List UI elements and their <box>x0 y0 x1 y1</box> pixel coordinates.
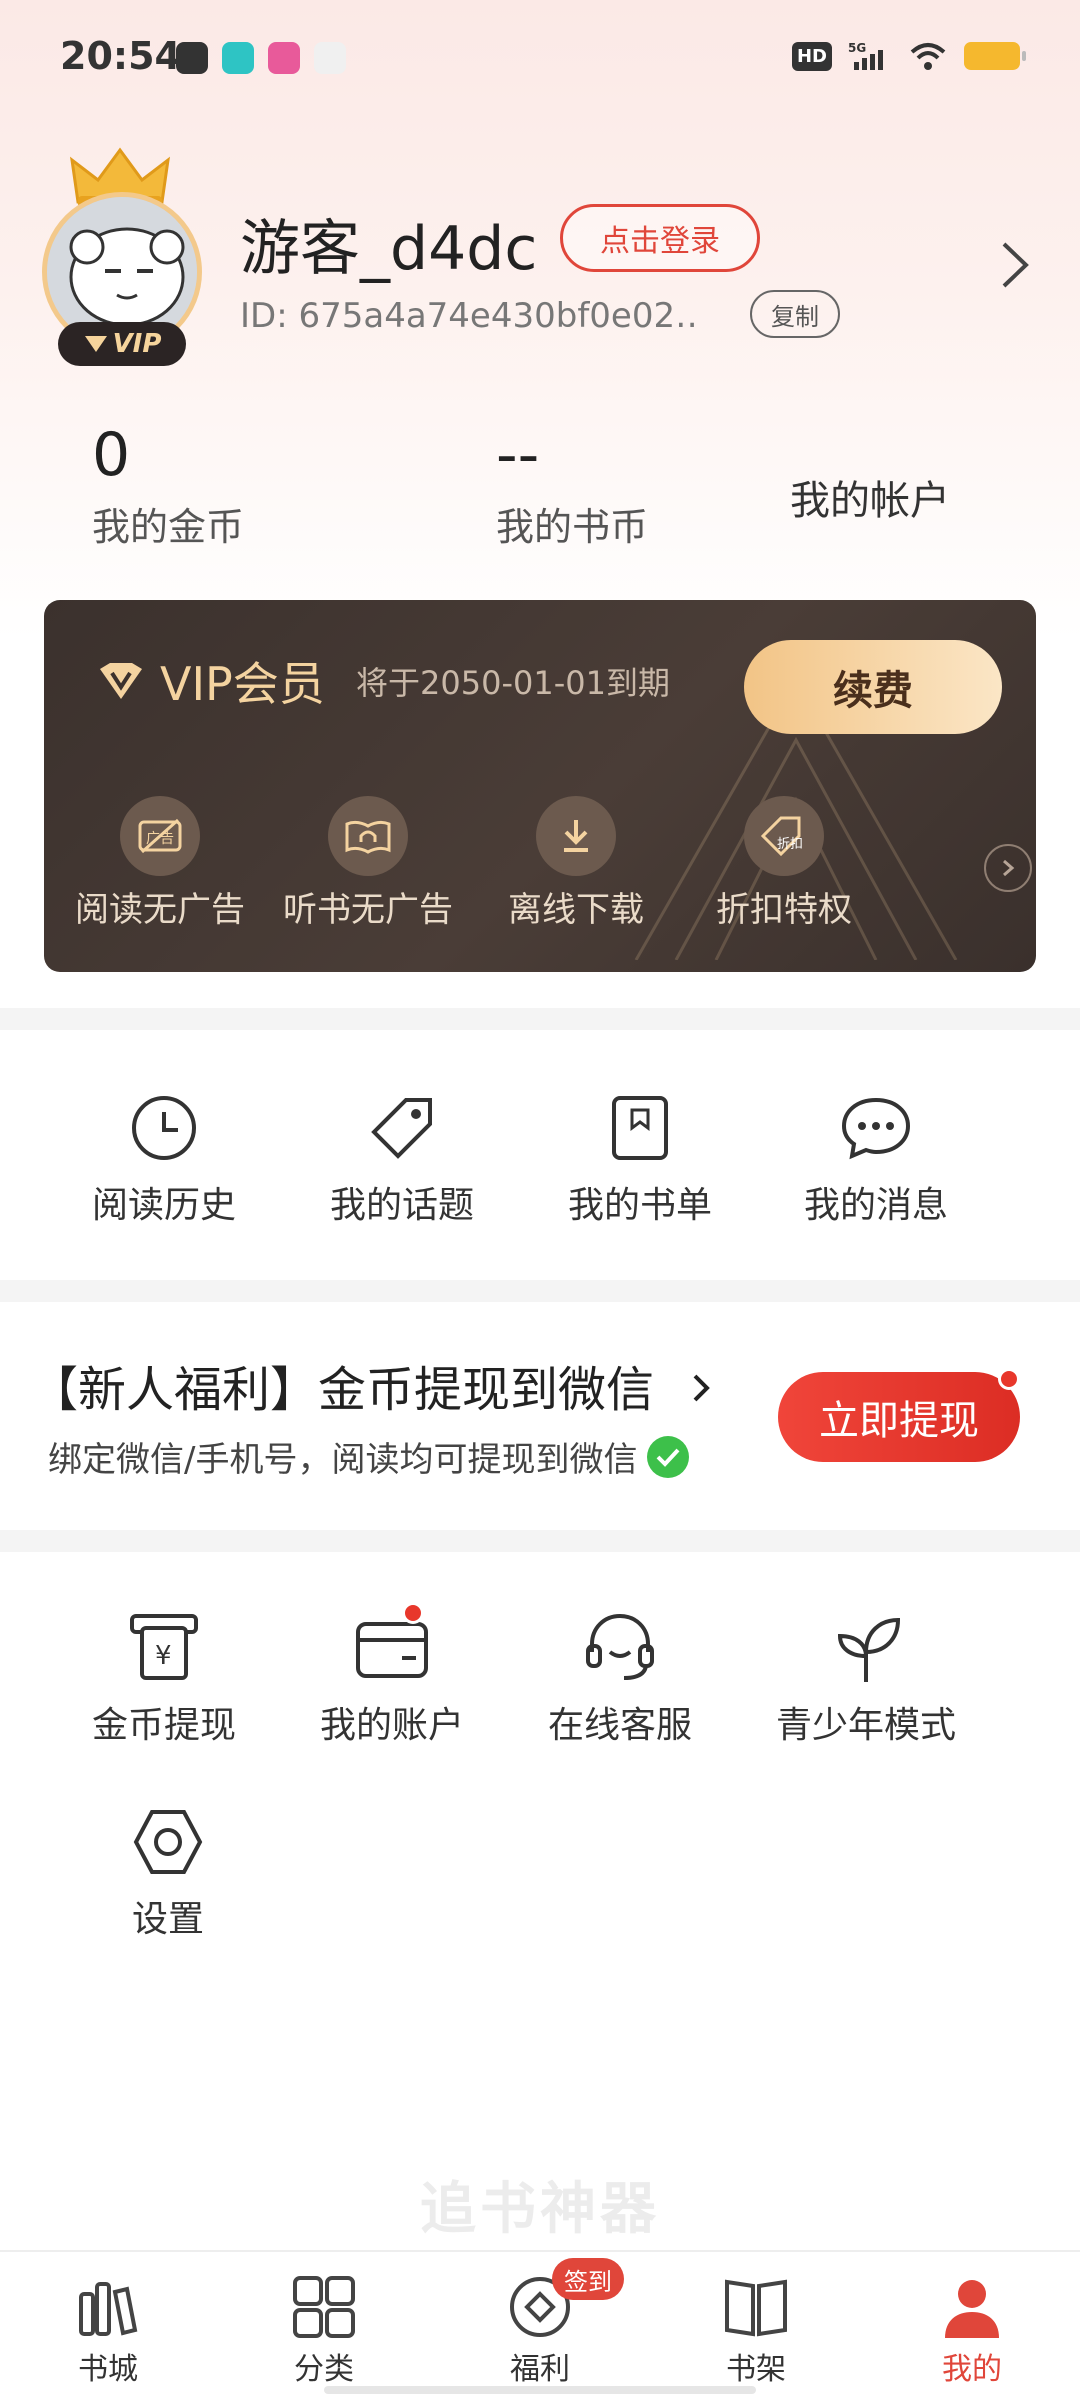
chat-icon <box>836 1088 916 1168</box>
bookstore-icon <box>73 2272 143 2342</box>
app-watermark: 追书神器 <box>420 2177 660 2242</box>
section-divider <box>0 1530 1080 1552</box>
tag-icon <box>362 1088 442 1168</box>
booklist-icon <box>600 1088 680 1168</box>
home-indicator[interactable] <box>324 2386 756 2394</box>
user-id: ID: 675a4a74e430bf0e02… <box>240 296 700 336</box>
tool-settings[interactable]: 设置 <box>68 1802 268 1942</box>
book-coins-value: -- <box>496 420 540 490</box>
vip-title-text: VIP会员 <box>160 657 325 711</box>
chevron-right-icon[interactable] <box>1000 240 1030 290</box>
coins-value: 0 <box>92 420 131 490</box>
tool-teen-mode[interactable]: 青少年模式 <box>766 1608 966 1748</box>
vip-expire-text: 将于2050-01-01到期 <box>356 664 670 702</box>
avatar[interactable]: VIP <box>38 146 208 366</box>
username: 游客_d4dc <box>240 214 538 284</box>
coin-withdraw-icon: ¥ <box>124 1608 204 1688</box>
menu-reading-history[interactable]: 阅读历史 <box>64 1088 264 1228</box>
app-notification-icon <box>176 42 208 74</box>
nav-profile[interactable]: 我的 <box>892 2272 1052 2388</box>
chevron-right-icon <box>1003 859 1015 877</box>
vip-diamond-icon <box>100 663 142 699</box>
nav-bookstore[interactable]: 书城 <box>28 2272 188 2388</box>
discount-tag-icon: 折扣 <box>744 796 824 876</box>
promo-subtitle: 绑定微信/手机号，阅读均可提现到微信 <box>48 1432 690 1481</box>
audiobook-icon <box>328 796 408 876</box>
perk-no-ad-reading[interactable]: 广告 阅读无广告 <box>60 796 260 931</box>
status-bar: 20:54 HD 5G <box>0 0 1080 120</box>
sign-in-badge[interactable]: 签到 <box>552 2258 624 2300</box>
promo-title[interactable]: 【新人福利】金币提现到微信 <box>30 1350 717 1420</box>
coins-stat[interactable]: 0 我的金币 <box>92 420 244 551</box>
perk-no-ad-audiobook[interactable]: 听书无广告 <box>268 796 468 931</box>
vip-card[interactable]: VIP会员 将于2050-01-01到期 续费 广告 阅读无广告 听书无广告 离… <box>44 600 1036 972</box>
svg-text:折扣: 折扣 <box>777 837 803 852</box>
signal-icon: 5G <box>848 41 883 70</box>
category-icon <box>289 2272 359 2342</box>
tool-online-service[interactable]: 在线客服 <box>520 1608 720 1748</box>
vip-title: VIP会员 <box>96 648 325 714</box>
status-time: 20:54 <box>60 34 181 78</box>
tool-coin-withdraw[interactable]: ¥ 金币提现 <box>64 1608 264 1748</box>
menu-my-booklist[interactable]: 我的书单 <box>540 1088 740 1228</box>
vip-diamond-icon <box>84 336 107 352</box>
wallet-icon <box>352 1602 432 1688</box>
sprout-icon <box>826 1608 906 1688</box>
perk-offline-download[interactable]: 离线下载 <box>476 796 676 931</box>
system-indicators: HD 5G <box>791 40 1026 72</box>
vip-badge: VIP <box>58 322 186 366</box>
svg-text:¥: ¥ <box>155 1641 172 1671</box>
section-divider <box>0 1008 1080 1030</box>
app-notification-icon <box>222 42 254 74</box>
download-icon <box>536 796 616 876</box>
login-button[interactable]: 点击登录 <box>560 204 760 272</box>
my-account-link[interactable]: 我的帐户 <box>790 468 950 526</box>
wechat-check-icon <box>647 1435 690 1478</box>
notification-dot <box>402 1602 424 1624</box>
perk-discount[interactable]: 折扣 折扣特权 <box>684 796 884 931</box>
menu-my-messages[interactable]: 我的消息 <box>776 1088 976 1228</box>
wifi-icon <box>910 43 946 70</box>
tool-my-account[interactable]: 我的账户 <box>292 1602 492 1748</box>
clock-icon <box>124 1088 204 1168</box>
no-ad-icon: 广告 <box>120 796 200 876</box>
book-coins-label: 我的书币 <box>496 505 649 549</box>
section-divider <box>0 1280 1080 1302</box>
profile-icon <box>937 2272 1007 2342</box>
hd-icon: HD <box>791 41 832 71</box>
app-notification-icon <box>314 42 346 74</box>
renew-button[interactable]: 续费 <box>744 640 1002 734</box>
nav-bookshelf[interactable]: 书架 <box>676 2272 836 2388</box>
withdraw-now-button[interactable]: 立即提现 <box>778 1372 1020 1462</box>
headset-icon <box>580 1608 660 1688</box>
svg-text:5G: 5G <box>848 41 866 55</box>
settings-icon <box>128 1802 208 1882</box>
chevron-right-icon <box>693 1374 711 1402</box>
battery-icon <box>964 42 1026 70</box>
copy-id-button[interactable]: 复制 <box>750 290 840 338</box>
nav-category[interactable]: 分类 <box>244 2272 404 2388</box>
notification-icons <box>176 42 346 74</box>
coins-label: 我的金币 <box>92 505 245 549</box>
book-coins-stat[interactable]: -- 我的书币 <box>496 420 648 551</box>
bookshelf-icon <box>721 2272 791 2342</box>
vip-more-button[interactable] <box>984 844 1032 892</box>
app-notification-icon <box>268 42 300 74</box>
notification-dot <box>998 1368 1020 1390</box>
menu-my-topics[interactable]: 我的话题 <box>302 1088 502 1228</box>
bottom-nav: 书城 分类 福利 书架 我的 <box>0 2250 1080 2400</box>
